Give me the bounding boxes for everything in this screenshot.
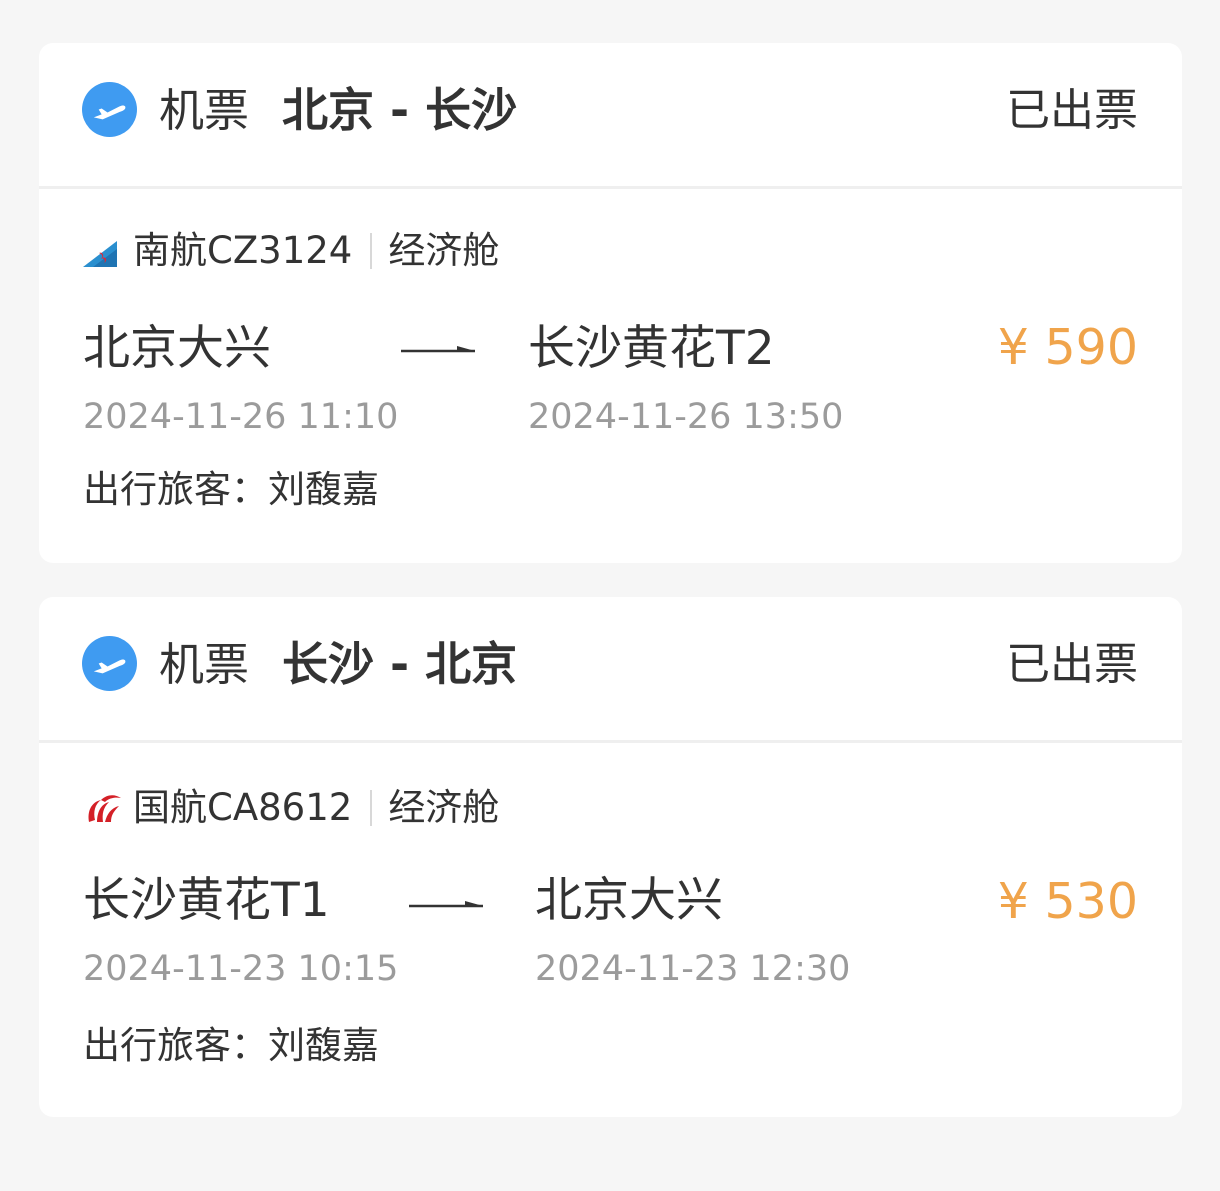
arrival-time: 2024-11-26 13:50 bbox=[528, 397, 844, 437]
ticket-status: 已出票 bbox=[1006, 85, 1138, 136]
flight-number: 南航CZ3124 bbox=[133, 229, 353, 272]
airline-row: 南航CZ3124 经济舱 bbox=[81, 226, 499, 276]
china-southern-logo-icon bbox=[83, 241, 117, 267]
arrow-right-icon bbox=[401, 346, 475, 353]
passenger-info: 出行旅客：刘馥嘉 bbox=[83, 468, 379, 511]
cabin-class: 经济舱 bbox=[388, 229, 500, 272]
arrival-airport: 北京大兴 bbox=[535, 873, 723, 928]
departure-time: 2024-11-23 10:15 bbox=[83, 949, 399, 989]
ticket-price: ¥ 530 bbox=[997, 873, 1138, 930]
arrival-time: 2024-11-23 12:30 bbox=[535, 949, 851, 989]
ticket-card-header: 机票 长沙 - 北京 已出票 bbox=[39, 597, 1182, 743]
route-title: 长沙 - 北京 bbox=[282, 637, 518, 691]
air-china-logo-icon bbox=[88, 795, 121, 822]
plane-icon bbox=[82, 82, 137, 137]
ticket-type-label: 机票 bbox=[159, 84, 250, 137]
airline-row: 国航CA8612 经济舱 bbox=[81, 783, 499, 833]
arrow-right-icon bbox=[409, 901, 483, 908]
ticket-card-header: 机票 北京 - 长沙 已出票 bbox=[39, 43, 1182, 189]
departure-airport: 长沙黄花T1 bbox=[83, 873, 330, 928]
arrival-airport: 长沙黄花T2 bbox=[528, 321, 775, 376]
passenger-info: 出行旅客：刘馥嘉 bbox=[83, 1024, 379, 1067]
divider bbox=[370, 790, 373, 826]
ticket-status: 已出票 bbox=[1006, 639, 1138, 690]
departure-airport: 北京大兴 bbox=[83, 321, 271, 376]
plane-icon bbox=[82, 636, 137, 691]
divider bbox=[370, 233, 373, 269]
ticket-card[interactable]: 机票 北京 - 长沙 已出票 南航CZ3124 经济舱 北京大兴 2024-11… bbox=[39, 43, 1182, 563]
flight-number: 国航CA8612 bbox=[133, 786, 353, 829]
ticket-card[interactable]: 机票 长沙 - 北京 已出票 国航CA8612 经济舱 长沙黄花T1 2024-… bbox=[39, 597, 1182, 1117]
route-title: 北京 - 长沙 bbox=[282, 83, 518, 137]
cabin-class: 经济舱 bbox=[388, 786, 500, 829]
departure-time: 2024-11-26 11:10 bbox=[83, 397, 399, 437]
ticket-type-label: 机票 bbox=[159, 638, 250, 691]
ticket-price: ¥ 590 bbox=[997, 319, 1138, 376]
